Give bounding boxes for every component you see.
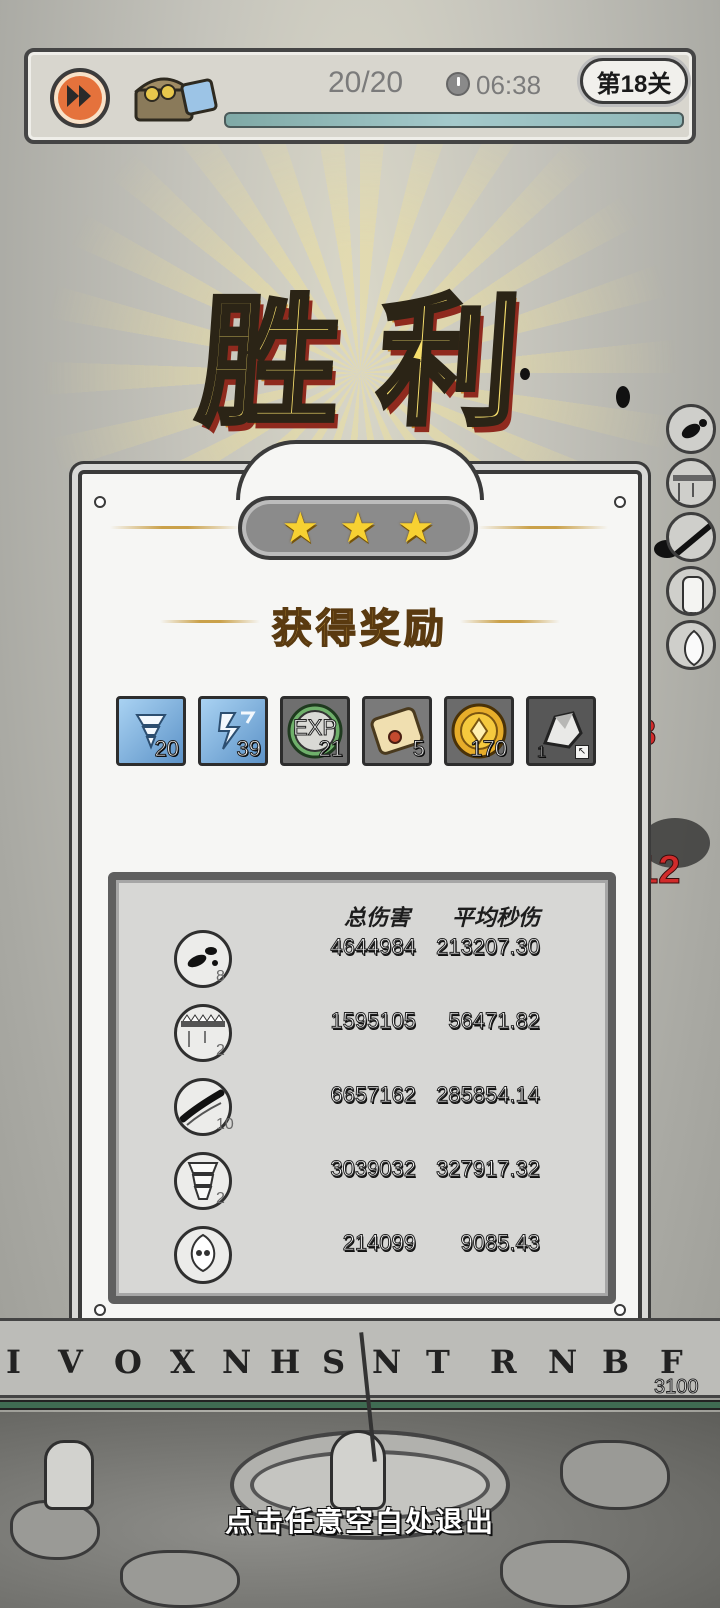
- ground-stone: [500, 1540, 630, 1608]
- gold-divider: [478, 526, 608, 529]
- clock-icon: [446, 72, 470, 96]
- rewards-list: 20 39 EXP 21 5 170 1 ↖: [116, 696, 608, 768]
- panel-rivet: [614, 1304, 626, 1316]
- rune-glyph: N: [372, 1343, 402, 1381]
- victory-title: 胜利: [191, 279, 567, 448]
- reward-item[interactable]: 20: [116, 696, 186, 766]
- reward-qty: 39: [236, 736, 262, 762]
- panel-rivet: [94, 496, 106, 508]
- side-skill-spike-trap-icon: [666, 458, 716, 508]
- stage-badge: 第18关: [580, 58, 688, 104]
- rune-glyph: O: [114, 1343, 142, 1381]
- reward-item[interactable]: EXP 21: [280, 696, 350, 766]
- player-wizard-figure: [330, 1430, 386, 1510]
- rune-glyph: V: [58, 1343, 83, 1381]
- reward-item[interactable]: 39: [198, 696, 268, 766]
- base-hp-bar: [0, 1400, 720, 1410]
- avg-dps-header: 平均秒伤: [452, 905, 541, 931]
- damage-stats-panel: 总伤害 平均秒伤 8 4644984 213207.30 2 1595105 5…: [108, 872, 616, 1304]
- rune-glyph: I: [6, 1343, 21, 1381]
- star-icon: ★: [396, 503, 435, 552]
- exit-hint: 点击任意空白处退出: [224, 1505, 495, 1538]
- star-icon: ★: [339, 503, 377, 552]
- reward-qty: 170: [470, 736, 508, 762]
- ground-stone: [120, 1550, 240, 1608]
- reward-item[interactable]: 1 ↖: [526, 696, 596, 766]
- corner-arrow-icon: ↖: [575, 745, 589, 759]
- wave-counter: 20/20: [328, 66, 404, 99]
- panel-arch: [236, 440, 484, 500]
- avg-dps-value: 285854.14: [436, 1082, 541, 1108]
- total-damage-header: 总伤害: [344, 905, 411, 931]
- base-hp-value: 3100: [654, 1376, 699, 1399]
- skill-level: 2: [216, 1190, 225, 1207]
- battle-timer: 06:38: [476, 70, 542, 100]
- rune-glyph: X: [170, 1343, 195, 1381]
- reward-item[interactable]: 170: [444, 696, 514, 766]
- rune-glyph: T: [426, 1343, 450, 1381]
- reward-qty: 20: [154, 736, 180, 762]
- avg-dps-value: 9085.43: [460, 1230, 541, 1256]
- side-skill-ink-stroke-icon: [666, 512, 716, 562]
- skill-level: 10: [216, 1116, 234, 1133]
- skill-level: 2: [216, 1042, 225, 1059]
- star-rating: ★ ★ ★: [238, 496, 478, 560]
- reward-item[interactable]: 5: [362, 696, 432, 766]
- panel-rivet: [614, 496, 626, 508]
- reward-qty: 21: [318, 736, 344, 762]
- side-skill-ink-splash-icon: [666, 404, 716, 454]
- star-icon: ★: [281, 503, 320, 552]
- rune-glyph: N: [548, 1343, 578, 1381]
- rune-glyph: R: [490, 1343, 517, 1381]
- rune-glyph: H: [270, 1343, 301, 1381]
- top-hud: 20/20 06:38 第18关: [24, 48, 696, 144]
- fast-forward-button[interactable]: [50, 68, 110, 128]
- fast-forward-icon: [65, 83, 95, 113]
- rune-glyph: N: [222, 1343, 252, 1381]
- skill-level: 8: [216, 968, 225, 985]
- wave-progress-bar: [224, 112, 684, 128]
- avg-dps-value: 213207.30: [436, 934, 541, 960]
- avg-dps-value: 327917.32: [436, 1156, 541, 1182]
- reward-qty: 5: [412, 736, 425, 762]
- panel-rivet: [94, 1304, 106, 1316]
- rewards-title: 获得奖励: [271, 604, 448, 653]
- avg-dps-value: 56471.82: [448, 1008, 541, 1034]
- rune-track: I V O X N H S N T R N B F: [0, 1318, 720, 1398]
- reward-qty: 1: [537, 744, 547, 762]
- rune-glyph: B: [602, 1343, 630, 1381]
- damage-number-decor: 12: [636, 848, 681, 893]
- rune-glyph: S: [322, 1343, 346, 1381]
- gold-divider: [110, 526, 240, 529]
- treasure-chest-icon[interactable]: [132, 64, 222, 128]
- ghost-flame-icon: [174, 1226, 232, 1284]
